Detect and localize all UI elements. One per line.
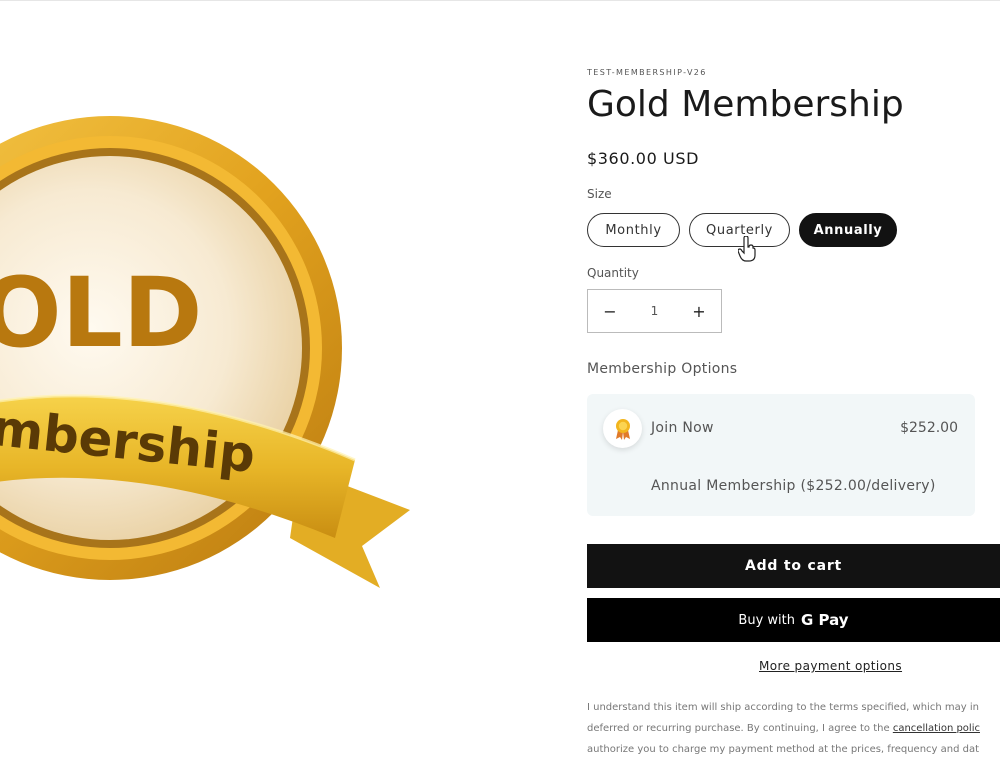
quantity-decrease-button[interactable]: −: [588, 290, 632, 332]
quantity-stepper: − 1 +: [587, 289, 722, 333]
header-divider: [0, 0, 1000, 1]
size-option-monthly[interactable]: Monthly: [587, 213, 680, 247]
product-title: Gold Membership: [587, 84, 904, 125]
option-price: $252.00: [900, 420, 958, 436]
product-image[interactable]: OLD mbership: [0, 68, 548, 668]
option-description: Annual Membership ($252.00/delivery): [651, 478, 936, 494]
hand-cursor-icon: [738, 236, 756, 262]
terms-line-2: deferred or recurring purchase. By conti…: [587, 723, 890, 734]
buy-with-gpay-button[interactable]: Buy with G Pay: [587, 598, 1000, 642]
membership-option-card[interactable]: [587, 394, 975, 516]
membership-options-label: Membership Options: [587, 361, 738, 377]
option-name: Join Now: [651, 420, 714, 436]
award-ribbon-icon: [603, 409, 642, 448]
size-option-annually[interactable]: Annually: [799, 213, 897, 247]
cancellation-policy-link[interactable]: cancellation polic: [893, 723, 980, 734]
badge-text: OLD: [0, 257, 202, 369]
gold-membership-badge-image: OLD mbership: [0, 116, 410, 588]
quantity-input[interactable]: 1: [651, 304, 659, 318]
size-label: Size: [587, 187, 612, 201]
quantity-increase-button[interactable]: +: [677, 290, 721, 332]
terms-line-1: I understand this item will ship accordi…: [587, 702, 979, 713]
product-sku: TEST-MEMBERSHIP-V26: [587, 68, 707, 77]
google-pay-logo: G Pay: [801, 611, 849, 629]
product-price: $360.00 USD: [587, 149, 700, 168]
buy-with-label: Buy with: [738, 612, 795, 628]
quantity-label: Quantity: [587, 266, 639, 280]
add-to-cart-button[interactable]: Add to cart: [587, 544, 1000, 588]
terms-text: I understand this item will ship accordi…: [587, 697, 1000, 760]
more-payment-options-link[interactable]: More payment options: [759, 659, 902, 673]
